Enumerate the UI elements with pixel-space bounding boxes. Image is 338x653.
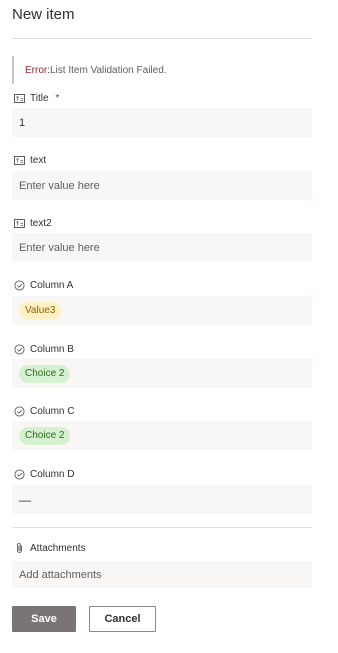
text-field-icon	[14, 155, 25, 166]
column-a-label-text: Column A	[30, 279, 74, 291]
title-divider	[12, 38, 312, 39]
text-label: text	[14, 153, 46, 167]
text-field-icon	[14, 93, 25, 104]
cancel-button[interactable]: Cancel	[89, 606, 156, 632]
choice-check-icon	[14, 279, 25, 291]
error-text: List Item Validation Failed.	[50, 64, 167, 76]
column-d-input[interactable]: —	[12, 485, 312, 514]
save-button[interactable]: Save	[12, 606, 76, 632]
title-input[interactable]: 1	[12, 108, 312, 137]
error-prefix: Error:	[25, 64, 50, 76]
column-c-value-pill: Choice 2	[19, 426, 71, 445]
column-a-value-pill: Value3	[19, 301, 62, 320]
title-value: 1	[19, 116, 26, 129]
column-d-label-text: Column D	[30, 468, 75, 480]
column-d-label: Column D	[14, 467, 74, 481]
text-field-icon	[14, 218, 25, 229]
text-label-text: text	[30, 154, 47, 166]
column-a-input[interactable]: Value3	[12, 296, 312, 325]
column-d-value: —	[19, 492, 31, 507]
choice-check-icon	[14, 343, 25, 355]
choice-check-icon	[14, 468, 25, 480]
title-label-text: Title	[30, 92, 49, 104]
column-b-label-text: Column B	[30, 343, 74, 355]
column-c-label: Column C	[14, 404, 74, 418]
title-label: Title *	[14, 91, 59, 105]
attachments-label-text: Attachments	[30, 542, 86, 554]
text2-label-text: text2	[30, 217, 52, 229]
text2-input[interactable]: Enter value here	[12, 233, 312, 262]
text2-placeholder: Enter value here	[19, 241, 100, 254]
text2-label: text2	[14, 216, 52, 230]
column-a-label: Column A	[14, 278, 73, 292]
panel-title: New item	[12, 6, 75, 23]
text-input[interactable]: Enter value here	[12, 171, 312, 200]
attachments-placeholder: Add attachments	[19, 568, 102, 581]
add-attachments-button[interactable]: Add attachments	[12, 561, 312, 588]
column-b-value-pill: Choice 2	[19, 364, 71, 383]
paperclip-icon	[14, 543, 25, 554]
column-c-label-text: Column C	[30, 405, 75, 417]
error-message: Error: List Item Validation Failed.	[12, 56, 312, 84]
attachments-label: Attachments	[14, 541, 86, 555]
column-b-label: Column B	[14, 342, 74, 356]
attachments-divider	[12, 527, 312, 528]
required-marker: *	[55, 92, 60, 104]
column-c-input[interactable]: Choice 2	[12, 421, 312, 450]
text-placeholder: Enter value here	[19, 179, 100, 192]
choice-check-icon	[14, 405, 25, 417]
column-b-input[interactable]: Choice 2	[12, 359, 312, 388]
